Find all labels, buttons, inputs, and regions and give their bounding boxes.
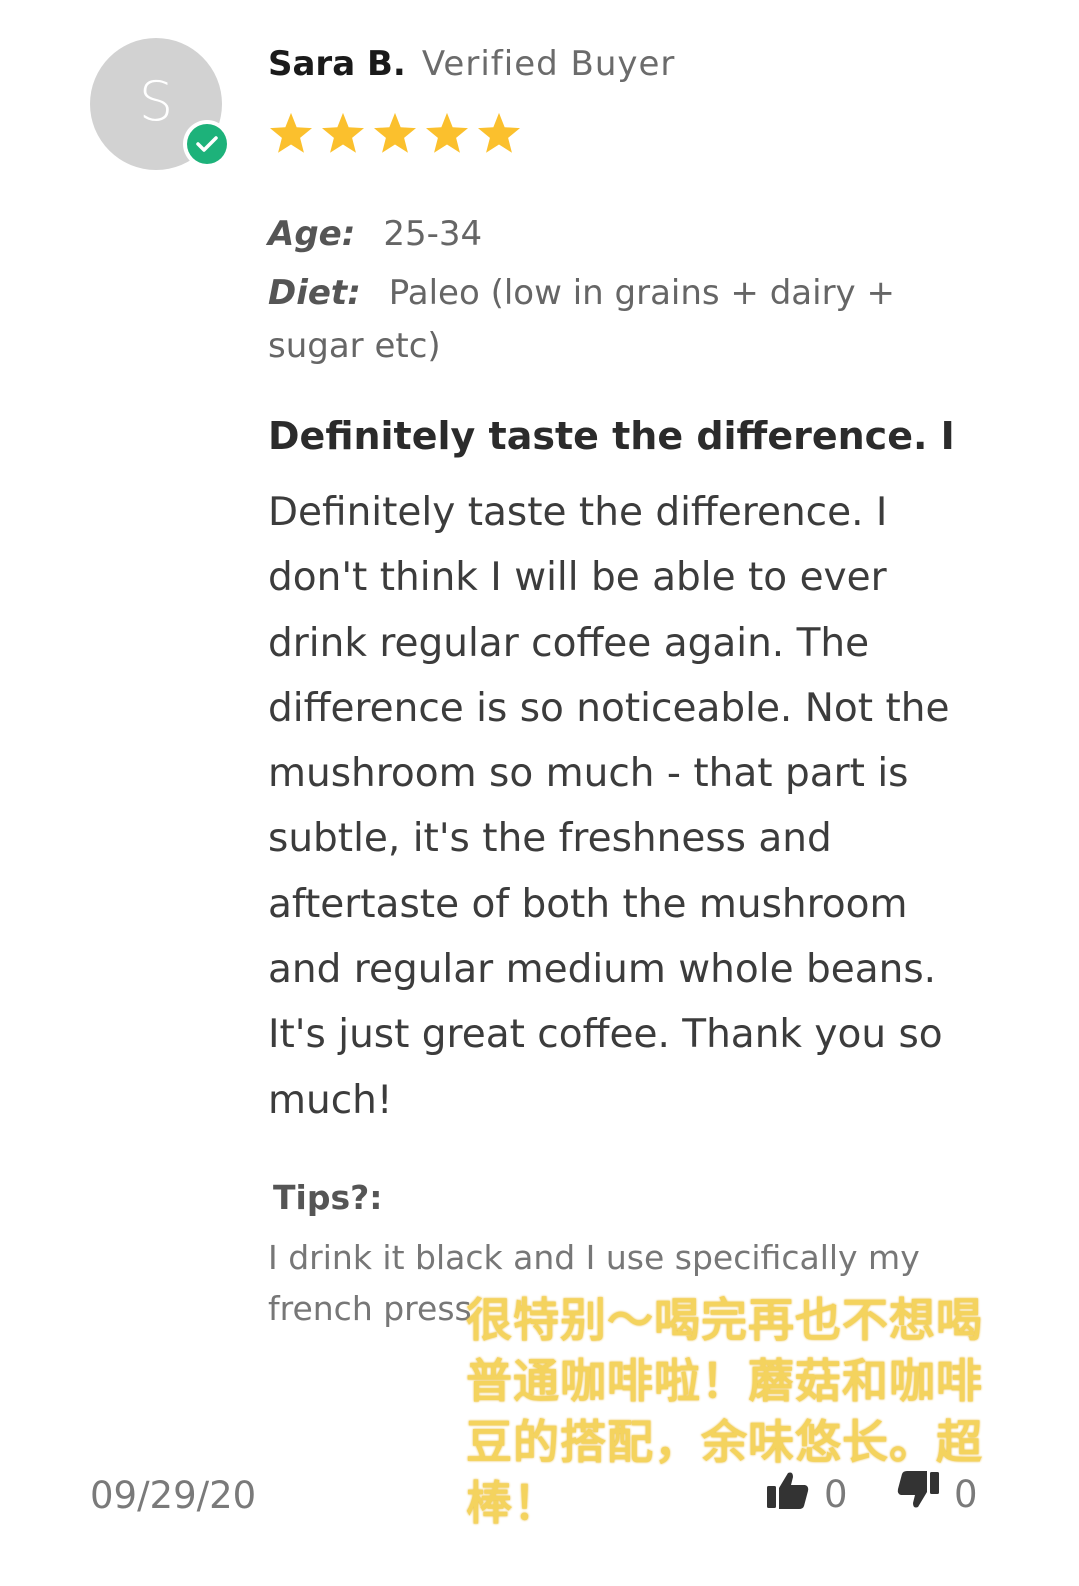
reviewer-name: Sara B. — [268, 44, 406, 84]
star-icon — [268, 110, 314, 158]
unhelpful-vote-button[interactable]: 0 — [896, 1470, 978, 1519]
age-attribute: Age: 25-34 — [268, 214, 482, 254]
reviewer-header: Sara B. Verified Buyer — [268, 44, 675, 84]
diet-value: Paleo (low in grains + dairy + sugar etc… — [268, 273, 895, 366]
helpful-count: 0 — [824, 1473, 848, 1516]
star-rating — [268, 110, 522, 158]
review-title: Definitely taste the difference. I — [268, 414, 955, 458]
age-value: 25-34 — [383, 214, 483, 254]
avatar-initial: S — [138, 69, 174, 133]
diet-label: Diet: — [268, 273, 361, 313]
star-icon — [372, 110, 418, 158]
review-date: 09/29/20 — [90, 1474, 257, 1517]
star-icon — [424, 110, 470, 158]
unhelpful-count: 0 — [954, 1473, 978, 1516]
star-icon — [320, 110, 366, 158]
diet-attribute: Diet: Paleo (low in grains + dairy + suga… — [268, 267, 948, 373]
review-body: Definitely taste the difference. I don't… — [268, 490, 950, 1123]
thumbs-up-icon — [766, 1470, 810, 1519]
verified-buyer-label: Verified Buyer — [421, 44, 676, 84]
star-icon — [476, 110, 522, 158]
check-icon — [187, 124, 227, 164]
tips-heading: Tips?: — [273, 1178, 383, 1217]
age-label: Age: — [268, 214, 356, 254]
thumbs-down-icon — [896, 1470, 940, 1519]
verified-badge — [183, 120, 231, 168]
helpful-vote-button[interactable]: 0 — [766, 1470, 848, 1519]
